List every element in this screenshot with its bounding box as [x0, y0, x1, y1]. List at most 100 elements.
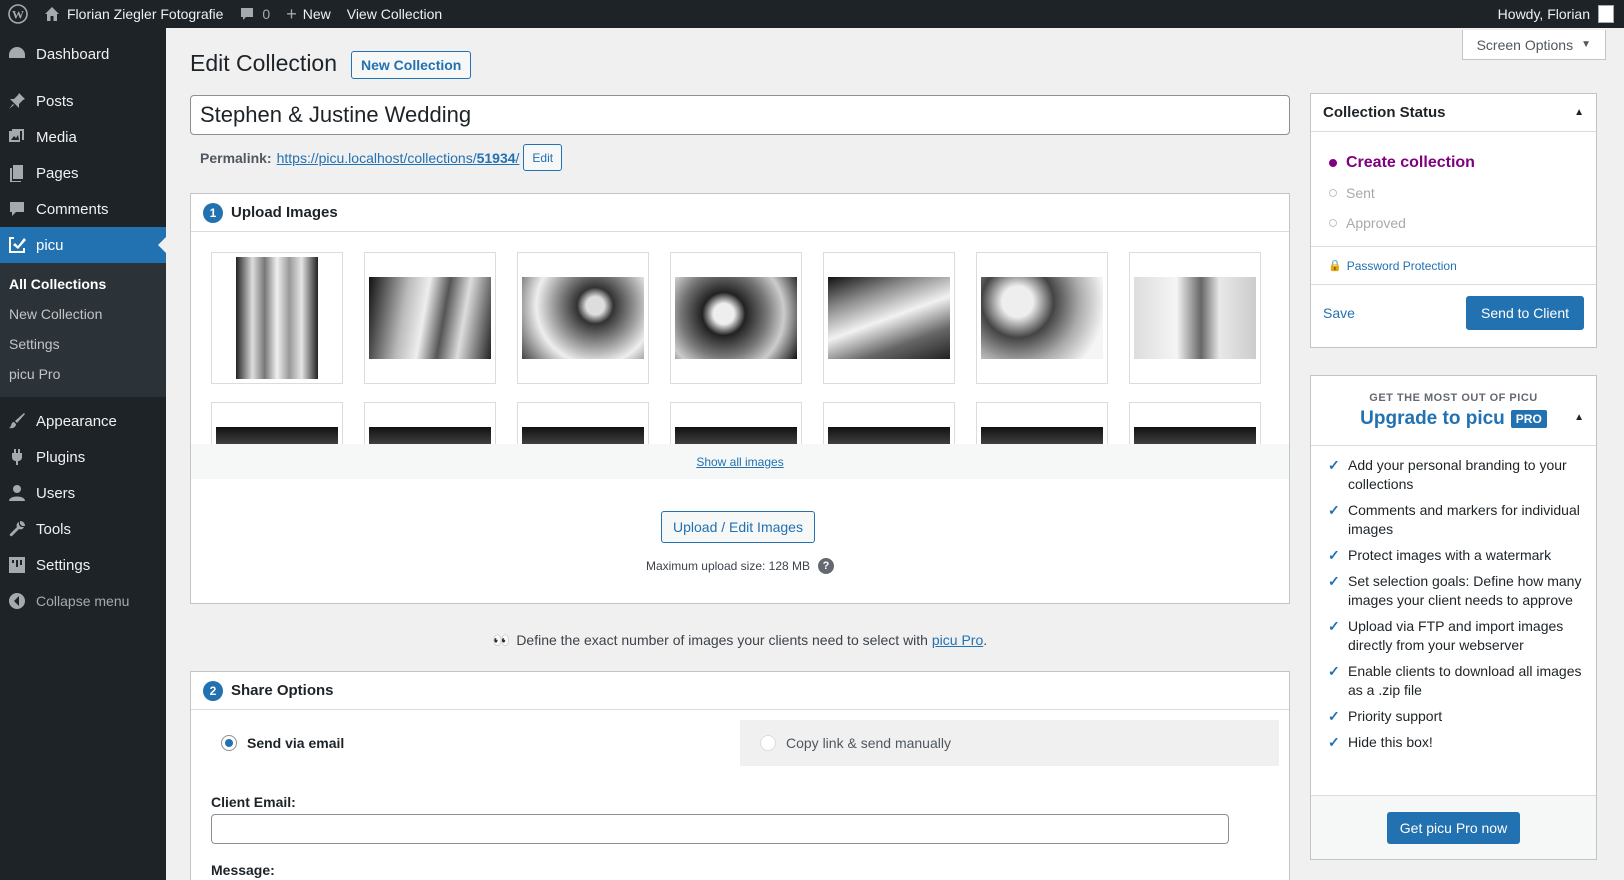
sidebar-item-tools[interactable]: Tools — [0, 511, 166, 547]
image-thumbnail[interactable] — [211, 402, 343, 444]
list-item: ✓ Enable clients to download all images a… — [1328, 662, 1584, 700]
photo — [236, 257, 318, 379]
sidebar-label: Settings — [36, 556, 91, 574]
pro-feature-list: ✓ Add your personal branding to your coll… — [1311, 446, 1596, 752]
thumbnail-grid — [191, 232, 1289, 444]
promo-end: . — [983, 632, 988, 648]
image-thumbnail[interactable] — [1129, 252, 1261, 384]
sidebar-item-media[interactable]: Media — [0, 119, 166, 155]
media-icon — [6, 126, 28, 148]
permalink-label: Permalink: — [200, 149, 272, 166]
sidebar-item-pages[interactable]: Pages — [0, 155, 166, 191]
image-thumbnail[interactable] — [364, 402, 496, 444]
screen-options-button[interactable]: Screen Options ▼ — [1461, 30, 1606, 60]
image-thumbnail[interactable] — [976, 252, 1108, 384]
pages-icon — [6, 162, 28, 184]
show-all-images-link[interactable]: Show all images — [696, 455, 783, 469]
new-collection-button[interactable]: New Collection — [351, 51, 472, 79]
radio-checked-icon[interactable] — [221, 735, 237, 751]
collection-title-input[interactable]: Stephen & Justine Wedding — [190, 95, 1290, 135]
sidebar-item-users[interactable]: Users — [0, 475, 166, 511]
password-protection-link[interactable]: 🔒 Password Protection — [1311, 247, 1596, 285]
image-thumbnail[interactable] — [670, 402, 802, 444]
photo — [369, 277, 491, 359]
feature-text: Protect images with a watermark — [1348, 547, 1552, 563]
admin-sidebar: Dashboard Posts Media Pages Comments pic… — [0, 28, 166, 880]
submenu-picu-pro[interactable]: picu Pro — [0, 359, 166, 389]
collection-status-heading: Collection Status — [1323, 104, 1446, 121]
image-thumbnail[interactable] — [976, 402, 1108, 444]
check-icon: ✓ — [1328, 708, 1340, 724]
submenu-all-collections[interactable]: All Collections — [0, 269, 166, 299]
upload-edit-images-button[interactable]: Upload / Edit Images — [661, 511, 815, 543]
collection-status-header[interactable]: Collection Status ▲ — [1311, 94, 1596, 132]
password-protection-label: Password Protection — [1346, 258, 1457, 273]
sidebar-item-comments[interactable]: Comments — [0, 191, 166, 227]
save-link[interactable]: Save — [1323, 305, 1355, 321]
tab-copy-link[interactable]: Copy link & send manually — [740, 720, 1279, 766]
feature-text: Comments and markers for individual imag… — [1348, 502, 1580, 537]
status-dot-icon — [1329, 189, 1337, 197]
submenu-settings[interactable]: Settings — [0, 329, 166, 359]
status-dot-icon — [1329, 159, 1337, 167]
picu-pro-link[interactable]: picu Pro — [932, 632, 983, 648]
view-collection-link[interactable]: View Collection — [339, 0, 450, 28]
list-item: ✓ Upload via FTP and import images direct… — [1328, 617, 1584, 655]
collapse-menu-button[interactable]: Collapse menu — [0, 583, 166, 619]
sidebar-item-appearance[interactable]: Appearance — [0, 403, 166, 439]
feature-text: Set selection goals: Define how many ima… — [1348, 573, 1582, 608]
comments-link[interactable]: 0 — [231, 0, 278, 28]
list-item: ✓ Hide this box! — [1328, 733, 1584, 752]
get-picu-pro-button[interactable]: Get picu Pro now — [1386, 811, 1521, 844]
send-to-client-button[interactable]: Send to Client — [1466, 296, 1584, 330]
tab-send-via-email[interactable]: Send via email — [201, 720, 740, 766]
comment-icon — [6, 198, 28, 220]
feature-text: Priority support — [1348, 708, 1443, 724]
list-item: ✓ Add your personal branding to your coll… — [1328, 456, 1584, 494]
sidebar-label: Tools — [36, 520, 72, 538]
image-thumbnail[interactable] — [670, 252, 802, 384]
permalink-edit-button[interactable]: Edit — [523, 144, 563, 171]
status-step-approved: Approved — [1328, 208, 1579, 238]
help-icon[interactable]: ? — [818, 558, 835, 574]
photo — [522, 277, 644, 359]
permalink-row: Permalink: https://picu.localhost/collec… — [200, 144, 563, 171]
eyes-icon: 👀 — [492, 632, 510, 648]
caret-up-icon[interactable]: ▲ — [1574, 412, 1584, 423]
sidebar-item-posts[interactable]: Posts — [0, 83, 166, 119]
picu-pro-promo: 👀 Define the exact number of images your … — [190, 632, 1290, 649]
image-thumbnail[interactable] — [517, 402, 649, 444]
image-thumbnail[interactable] — [211, 252, 343, 384]
svg-text:W: W — [12, 8, 24, 22]
account-menu[interactable]: Howdy, Florian — [1490, 0, 1624, 28]
list-item: ✓ Set selection goals: Define how many im… — [1328, 572, 1584, 610]
sidebar-label: Users — [36, 484, 76, 502]
photo — [216, 427, 338, 444]
site-name: Florian Ziegler Fotografie — [67, 6, 224, 22]
wordpress-logo-icon[interactable]: W — [0, 0, 36, 28]
dashboard-icon — [6, 43, 28, 65]
collection-title-value: Stephen & Justine Wedding — [200, 102, 472, 127]
new-content-link[interactable]: + New — [278, 0, 339, 28]
image-thumbnail[interactable] — [823, 252, 955, 384]
sidebar-item-dashboard[interactable]: Dashboard — [0, 36, 166, 72]
settings-icon — [6, 554, 28, 576]
image-thumbnail[interactable] — [823, 402, 955, 444]
image-thumbnail[interactable] — [1129, 402, 1261, 444]
sidebar-item-settings[interactable]: Settings — [0, 547, 166, 583]
main-content: Screen Options ▼ Edit Collection New Col… — [166, 28, 1624, 880]
caret-up-icon[interactable]: ▲ — [1574, 107, 1584, 118]
image-thumbnail[interactable] — [517, 252, 649, 384]
upload-images-header: 1 Upload Images — [191, 194, 1289, 232]
sidebar-item-plugins[interactable]: Plugins — [0, 439, 166, 475]
photo — [522, 427, 644, 444]
image-thumbnail[interactable] — [364, 252, 496, 384]
site-name-link[interactable]: Florian Ziegler Fotografie — [36, 0, 231, 28]
share-options-box: 2 Share Options Send via email Copy link… — [190, 671, 1290, 880]
client-email-field[interactable] — [211, 814, 1229, 844]
check-icon: ✓ — [1328, 573, 1340, 589]
permalink-link[interactable]: https://picu.localhost/collections/51934… — [277, 150, 520, 166]
submenu-new-collection[interactable]: New Collection — [0, 299, 166, 329]
radio-unchecked-icon[interactable] — [760, 735, 776, 751]
sidebar-item-picu[interactable]: picu — [0, 227, 166, 263]
